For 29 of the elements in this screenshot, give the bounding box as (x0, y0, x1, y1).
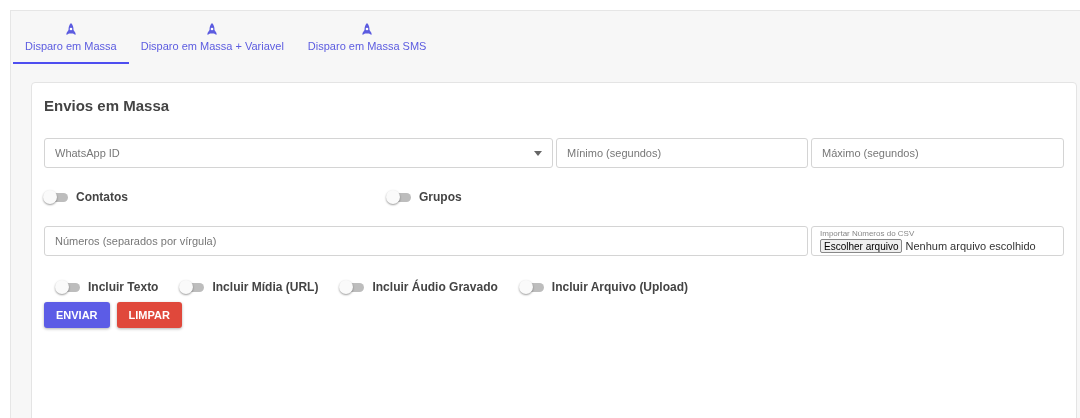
input-field[interactable]: Máximo (segundos) (811, 138, 1064, 168)
select-field[interactable]: WhatsApp ID (44, 138, 553, 168)
field-label: Importar Números do CSV (820, 229, 916, 238)
file-status: Nenhum arquivo escolhido (905, 240, 1036, 252)
tab[interactable]: Disparo em Massa SMS (295, 11, 439, 64)
switch-label: Grupos (419, 190, 462, 204)
toggle-switch[interactable] (46, 192, 68, 202)
action-button[interactable]: ENVIAR (44, 302, 110, 328)
switch-label: Incluir Texto (88, 280, 159, 294)
switch-label: Incluir Áudio Gravado (372, 280, 498, 294)
input-field[interactable]: Números (separados por vírgula) (44, 226, 808, 256)
input-field[interactable]: Mínimo (segundos) (556, 138, 808, 168)
rocket-icon (207, 23, 218, 37)
file-button[interactable]: Escolher arquivo (820, 239, 903, 253)
rocket-icon (65, 23, 76, 37)
tab[interactable]: Disparo em Massa (13, 11, 129, 64)
caret-icon (534, 150, 542, 156)
card-title: Envios em Massa (44, 97, 171, 114)
switch-label: Incluir Arquivo (Upload) (551, 280, 689, 294)
toggle-switch[interactable] (182, 282, 205, 292)
switch-label: Contatos (76, 190, 128, 204)
toggle-switch[interactable] (389, 192, 411, 202)
action-button[interactable]: LIMPAR (116, 302, 182, 328)
tab[interactable]: Disparo em Massa + Variavel (128, 11, 296, 64)
rocket-icon (362, 23, 373, 37)
toggle-switch[interactable] (58, 282, 80, 292)
toggle-switch[interactable] (521, 282, 544, 292)
toggle-switch[interactable] (342, 282, 365, 292)
switch-label: Incluir Mídia (URL) (212, 280, 319, 294)
